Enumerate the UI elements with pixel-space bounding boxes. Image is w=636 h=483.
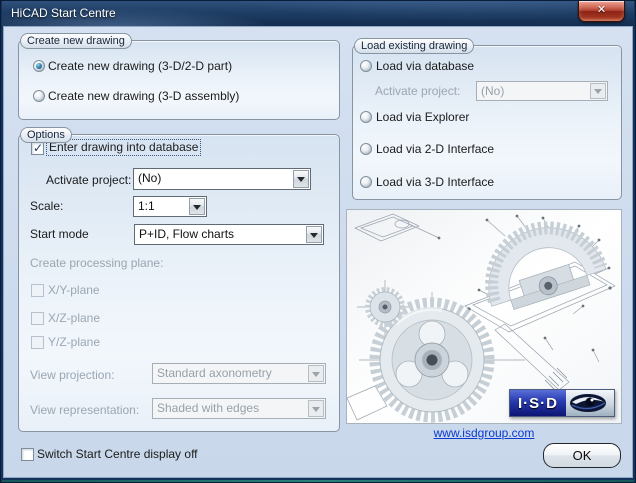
activate-project-label: Activate project:	[46, 173, 132, 187]
view-projection-label: View projection:	[30, 368, 115, 382]
xy-plane-checkbox	[31, 284, 44, 297]
scale-value: 1:1	[138, 199, 155, 213]
radio-create-3d-assembly[interactable]	[33, 90, 45, 102]
view-projection-value: Standard axonometry	[157, 366, 272, 380]
load-activate-project-value: (No)	[481, 84, 505, 98]
dropdown-arrow-icon[interactable]	[306, 226, 322, 243]
group-options-label: Options	[20, 127, 72, 143]
radio-load-via-3d-interface[interactable]	[360, 176, 372, 188]
view-representation-label: View representation:	[30, 403, 140, 417]
view-representation-select: Shaded with edges	[152, 398, 326, 419]
group-load-label: Load existing drawing	[354, 38, 475, 54]
radio-load-via-2d-interface-label[interactable]: Load via 2-D Interface	[376, 142, 494, 156]
close-button[interactable]: ✕	[578, 1, 625, 22]
isd-logo-text: I·S·D	[518, 394, 558, 412]
ok-button[interactable]: OK	[543, 443, 621, 468]
group-create-new-drawing	[18, 40, 340, 120]
isdgroup-link[interactable]: www.isdgroup.com	[346, 426, 622, 440]
radio-create-3d-2d-part-label[interactable]: Create new drawing (3-D/2-D part)	[48, 59, 232, 73]
close-icon: ✕	[596, 4, 607, 16]
radio-load-via-database[interactable]	[360, 60, 372, 72]
isd-logo-wordmark: I·S·D	[510, 390, 566, 416]
dropdown-arrow-icon[interactable]	[293, 170, 309, 188]
dropdown-arrow-icon	[308, 365, 324, 382]
start-mode-value: P+ID, Flow charts	[139, 227, 235, 241]
title-bar[interactable]: HiCAD Start Centre ✕	[2, 1, 634, 26]
view-representation-value: Shaded with edges	[157, 401, 260, 415]
load-activate-project-select: (No)	[476, 81, 608, 101]
radio-load-via-2d-interface[interactable]	[360, 143, 372, 155]
switch-start-centre-off-checkbox[interactable]	[21, 448, 34, 461]
dialog-body: Create new drawing Create new drawing (3…	[4, 27, 632, 477]
start-mode-label: Start mode	[30, 227, 89, 241]
xz-plane-checkbox	[31, 312, 44, 325]
window-title: HiCAD Start Centre	[11, 6, 116, 20]
load-activate-project-label: Activate project:	[375, 84, 461, 98]
radio-load-via-explorer-label[interactable]: Load via Explorer	[376, 110, 469, 124]
radio-create-3d-assembly-label[interactable]: Create new drawing (3-D assembly)	[48, 89, 239, 103]
group-create-label: Create new drawing	[20, 33, 132, 49]
xy-plane-label: X/Y-plane	[48, 283, 100, 297]
cad-preview-image: I·S·D	[346, 209, 622, 424]
dropdown-arrow-icon	[308, 400, 324, 417]
enter-db-checkbox[interactable]	[31, 141, 44, 155]
scale-select[interactable]: 1:1	[133, 196, 207, 217]
radio-load-via-explorer[interactable]	[360, 111, 372, 123]
processing-plane-label: Create processing plane:	[30, 256, 164, 270]
switch-start-centre-off-label[interactable]: Switch Start Centre display off	[37, 447, 198, 461]
scale-label: Scale:	[30, 199, 64, 213]
view-projection-select: Standard axonometry	[152, 363, 326, 384]
radio-load-via-3d-interface-label[interactable]: Load via 3-D Interface	[376, 175, 494, 189]
xz-plane-label: X/Z-plane	[48, 311, 101, 325]
isd-eye-icon	[566, 390, 614, 416]
radio-create-3d-2d-part[interactable]	[33, 60, 45, 72]
yz-plane-checkbox	[31, 336, 44, 349]
enter-db-checkbox-label[interactable]: Enter drawing into database	[46, 139, 202, 156]
isd-logo: I·S·D	[509, 389, 615, 417]
dropdown-arrow-icon[interactable]	[189, 198, 205, 215]
radio-load-via-database-label[interactable]: Load via database	[376, 59, 474, 73]
dialog-window: HiCAD Start Centre ✕ Create new drawing …	[0, 0, 636, 483]
start-mode-select[interactable]: P+ID, Flow charts	[134, 224, 324, 245]
dropdown-arrow-icon	[590, 83, 606, 99]
activate-project-value: (No)	[138, 171, 162, 185]
activate-project-select[interactable]: (No)	[133, 168, 311, 190]
yz-plane-label: Y/Z-plane	[48, 335, 101, 349]
